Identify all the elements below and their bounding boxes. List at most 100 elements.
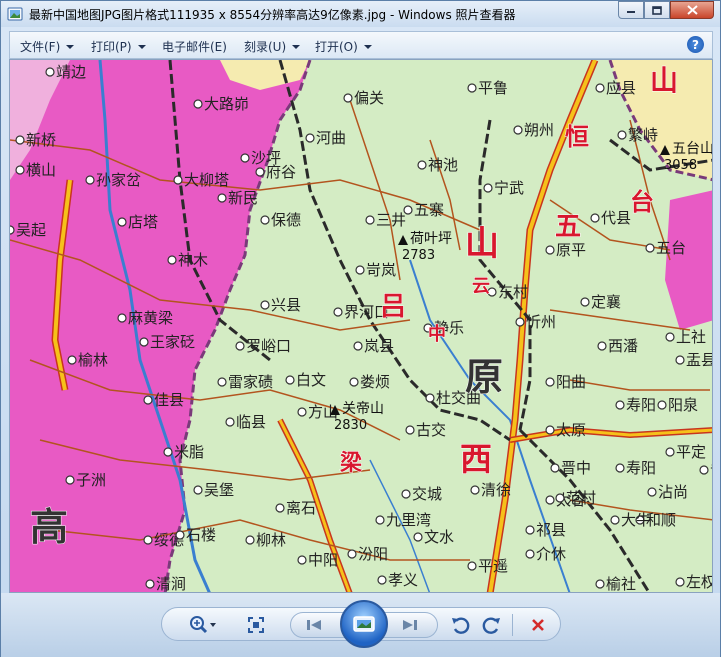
place-label: 大柳塔 <box>184 171 229 189</box>
menu-open-label: 打开(O) <box>315 40 358 54</box>
place-label: 柳林 <box>256 531 286 549</box>
place-label: 孙家岔 <box>96 171 141 189</box>
peak-elevation: 2783 <box>402 248 435 263</box>
place-label: 子洲 <box>76 471 106 489</box>
place-marker-icon <box>235 341 245 351</box>
next-button[interactable] <box>398 614 422 636</box>
peak-name: 关帝山 <box>342 401 384 417</box>
place-label: 岢岚 <box>366 261 396 279</box>
place-marker-icon <box>657 400 667 410</box>
place-label: 大牛 <box>621 511 651 529</box>
place-marker-icon <box>401 489 411 499</box>
place-label: 沙坪 <box>251 149 281 167</box>
place-marker-icon <box>15 135 25 145</box>
chevron-down-icon <box>137 44 146 49</box>
region-label: 五 <box>555 212 581 242</box>
menu-print[interactable]: 打印(P) <box>91 38 146 55</box>
window-title: 最新中国地图JPG图片格式111935 x 8554分辨率高达9亿像素.jpg … <box>29 8 516 22</box>
place-marker-icon <box>405 425 415 435</box>
place-label: 雷家碛 <box>228 373 273 391</box>
menu-file[interactable]: 文件(F) <box>20 38 75 55</box>
place-marker-icon <box>260 300 270 310</box>
rotate-clockwise-button[interactable] <box>480 614 504 636</box>
place-label: 平遥 <box>478 557 508 575</box>
help-button[interactable]: ? <box>687 36 704 53</box>
place-label: 朔州 <box>524 121 554 139</box>
place-marker-icon <box>665 447 675 457</box>
place-marker-icon <box>167 255 177 265</box>
place-marker-icon <box>175 530 185 540</box>
previous-button[interactable] <box>302 614 326 636</box>
region-label: 吕 <box>380 292 406 322</box>
place-label: 忻州 <box>526 313 556 331</box>
menu-email[interactable]: 电子邮件(E) <box>162 38 227 55</box>
peak-name: 荷叶坪 <box>410 231 452 247</box>
place-label: 临县 <box>236 413 266 431</box>
minimize-button[interactable] <box>618 1 644 19</box>
place-label: 麻黄梁 <box>128 309 173 327</box>
rotate-counterclockwise-button[interactable] <box>448 614 472 636</box>
place-marker-icon <box>580 297 590 307</box>
place-label: 介休 <box>536 545 566 563</box>
place-marker-icon <box>255 167 265 177</box>
region-label: 原 <box>465 355 503 399</box>
place-marker-icon <box>675 577 685 587</box>
place-label: 阳泉 <box>668 396 698 414</box>
place-marker-icon <box>67 355 77 365</box>
place-label: 清涧 <box>156 575 186 593</box>
help-icon: ? <box>692 37 699 52</box>
bottom-toolbar <box>1 593 720 657</box>
place-label: 九里湾 <box>386 511 431 529</box>
place-label: 五寨 <box>414 201 444 219</box>
place-label: 平定 <box>676 443 706 461</box>
place-label: 宁武 <box>494 179 524 197</box>
menu-print-label: 打印(P) <box>91 40 132 54</box>
place-label: 佳县 <box>154 391 184 409</box>
region-label: 云 <box>472 276 490 297</box>
place-label: 保德 <box>271 211 301 229</box>
menu-open[interactable]: 打开(O) <box>315 38 372 55</box>
place-label: 白文 <box>296 371 326 389</box>
place-marker-icon <box>117 217 127 227</box>
place-marker-icon <box>217 377 227 387</box>
place-marker-icon <box>365 215 375 225</box>
place-marker-icon <box>647 487 657 497</box>
place-marker-icon <box>240 153 250 163</box>
place-label: 榆林 <box>78 351 108 369</box>
place-label: 米脂 <box>174 443 204 461</box>
place-marker-icon <box>513 125 523 135</box>
image-viewport[interactable]: 靖边 新桥 吴起 榆林 佳县 米脂 吴堡 绥德 子洲 清涧 神木 府谷 保德 河曲 偏关 平鲁 朔州 应县 繁峙 代县… <box>9 59 713 593</box>
place-marker-icon <box>595 83 605 93</box>
fit-window-icon <box>248 617 264 633</box>
place-label: 交城 <box>412 485 442 503</box>
place-marker-icon <box>467 561 477 571</box>
menu-file-label: 文件(F) <box>20 40 61 54</box>
delete-button[interactable] <box>526 614 550 636</box>
toolbar-divider <box>512 614 513 636</box>
region-label: 西 <box>460 440 492 478</box>
place-label: 吴堡 <box>204 481 234 499</box>
actual-size-button[interactable] <box>244 614 268 636</box>
maximize-icon <box>652 5 662 15</box>
place-label: 孝义 <box>388 571 418 589</box>
place-label: 王家砭 <box>150 333 195 351</box>
slideshow-icon <box>353 616 375 632</box>
playback-controls <box>161 600 561 648</box>
region-label: 山 <box>465 224 499 264</box>
zoom-button[interactable] <box>186 614 220 636</box>
place-marker-icon <box>617 130 627 140</box>
menu-burn[interactable]: 刻录(U) <box>244 38 301 55</box>
region-label: 台 <box>630 188 654 216</box>
region-label: 山 <box>650 64 678 97</box>
place-label: 中阳 <box>308 551 338 569</box>
place-marker-icon <box>550 463 560 473</box>
place-marker-icon <box>143 535 153 545</box>
place-marker-icon <box>525 525 535 535</box>
photo-viewer-window: 最新中国地图JPG图片格式111935 x 8554分辨率高达9亿像素.jpg … <box>0 0 721 657</box>
place-label: 靖边 <box>56 63 86 81</box>
place-label: 榆社 <box>606 575 636 593</box>
maximize-button[interactable] <box>644 1 670 19</box>
place-marker-icon <box>377 575 387 585</box>
close-button[interactable] <box>670 1 714 19</box>
slideshow-button[interactable] <box>340 600 388 648</box>
